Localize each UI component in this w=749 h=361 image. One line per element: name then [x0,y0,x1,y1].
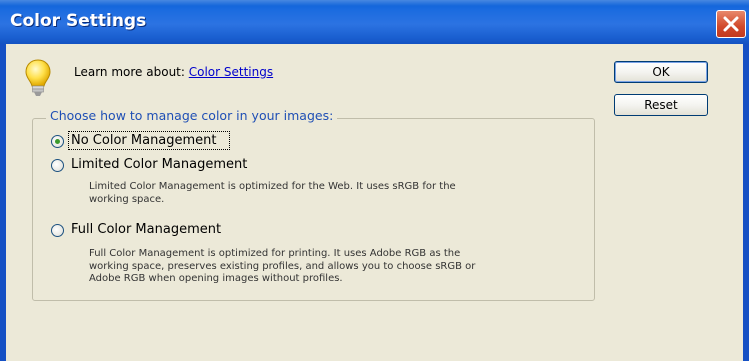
reset-button[interactable]: Reset [614,94,708,116]
learn-more-label: Learn more about: [74,65,185,79]
ok-button[interactable]: OK [614,61,708,83]
radio-selected-dot [55,139,60,144]
description-line: Adobe RGB when opening images without pr… [89,273,343,284]
window-title: Color Settings [10,11,147,31]
learn-more-row: Learn more about: Color Settings [74,65,273,79]
window-frame-right [743,44,749,361]
label-limited-color-management: Limited Color Management [71,157,248,172]
color-settings-help-link[interactable]: Color Settings [189,65,273,79]
lightbulb-icon [25,59,51,96]
dialog-body: Learn more about: Color Settings OK Rese… [6,44,743,361]
close-icon [723,16,739,32]
description-line: working space. [89,193,165,205]
radio-no-color-management[interactable] [51,135,64,148]
description-line: working space, preserves existing profil… [89,260,476,272]
color-settings-dialog: Color Settings Learn more about: Color S… [0,0,749,361]
radio-full-color-management[interactable] [51,224,64,237]
description-limited-color-management: Limited Color Management is optimized fo… [89,181,559,206]
group-legend: Choose how to manage color in your image… [46,108,338,123]
title-bar[interactable]: Color Settings [0,0,749,44]
radio-limited-color-management[interactable] [51,159,64,172]
close-button[interactable] [716,10,746,38]
description-line: Limited Color Management is optimized fo… [89,181,456,192]
description-line: Full Color Management is optimized for p… [89,248,461,259]
label-no-color-management: No Color Management [71,133,217,148]
description-full-color-management: Full Color Management is optimized for p… [89,248,559,286]
title-bar-shine [0,0,749,6]
label-full-color-management: Full Color Management [71,222,222,237]
